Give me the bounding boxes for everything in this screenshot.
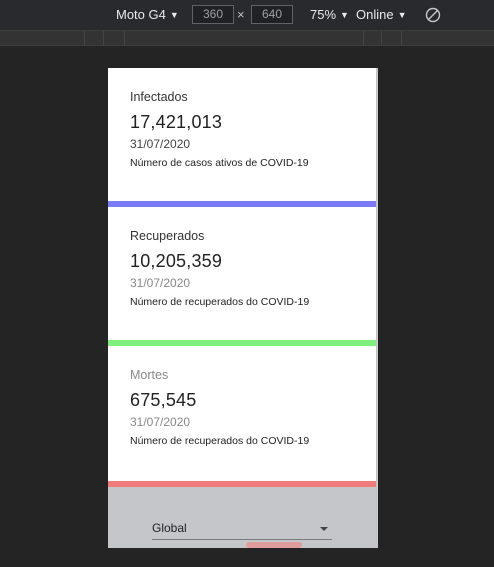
ruler-tick — [401, 31, 402, 45]
card-value: 17,421,013 — [130, 112, 223, 132]
card-date: 31/07/2020 — [130, 415, 191, 429]
card-date: 31/07/2020 — [130, 137, 191, 151]
card-label: Recuperados — [130, 229, 205, 243]
media-query-ruler — [0, 31, 494, 46]
caret-down-icon: ▼ — [397, 10, 407, 20]
card-recuperados: Recuperados 10,205,359 31/07/2020 Número… — [108, 207, 376, 346]
ruler-tick — [381, 31, 382, 45]
ruler-tick — [84, 31, 85, 45]
card-value: 10,205,359 — [130, 251, 223, 271]
country-select[interactable]: Global — [152, 519, 332, 540]
caret-down-icon: ▼ — [169, 10, 179, 20]
device-select[interactable]: Moto G4 ▼ — [116, 6, 179, 24]
card-color-bar — [108, 481, 376, 487]
throttle-select-label: Online — [356, 7, 394, 22]
throttle-select[interactable]: Online ▼ — [356, 6, 407, 24]
card-mortes: Mortes 675,545 31/07/2020 Número de recu… — [108, 346, 376, 487]
chevron-down-icon — [320, 527, 328, 531]
height-input[interactable]: 640 — [251, 5, 293, 24]
device-viewport: Infectados 17,421,013 31/07/2020 Número … — [108, 68, 378, 548]
card-label: Infectados — [130, 90, 188, 104]
ruler-tick — [103, 31, 104, 45]
device-select-label: Moto G4 — [116, 7, 166, 22]
ruler-track — [0, 31, 494, 45]
rotate-icon[interactable] — [425, 7, 441, 23]
card-value: 675,545 — [130, 390, 197, 410]
width-input[interactable]: 360 — [192, 5, 234, 24]
country-select-value: Global — [152, 521, 187, 535]
devtools-device-toolbar: Moto G4 ▼ 360 × 640 75% ▼ Online ▼ — [0, 0, 494, 31]
caret-down-icon: ▼ — [340, 10, 349, 20]
card-description: Número de recuperados do COVID-19 — [130, 435, 310, 447]
times-separator: × — [237, 7, 245, 22]
zoom-select-label: 75% — [310, 7, 337, 22]
card-description: Número de casos ativos de COVID-19 — [130, 157, 309, 169]
ruler-tick — [124, 31, 125, 45]
card-label: Mortes — [130, 368, 169, 382]
card-infectados: Infectados 17,421,013 31/07/2020 Número … — [108, 68, 376, 207]
card-description: Número de recuperados do COVID-19 — [130, 296, 310, 308]
partial-element — [246, 542, 302, 548]
card-date: 31/07/2020 — [130, 276, 191, 290]
ruler-tick — [363, 31, 364, 45]
zoom-select[interactable]: 75% ▼ — [310, 6, 349, 24]
